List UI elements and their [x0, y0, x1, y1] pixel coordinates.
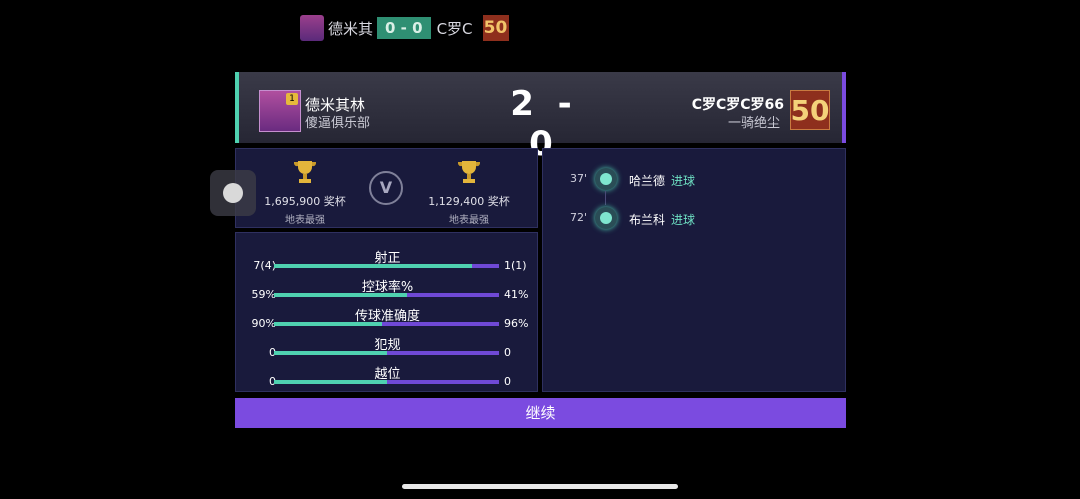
away-rating-badge: 50: [790, 90, 830, 130]
stat-home-value: 59%: [251, 288, 276, 301]
stat-bar: [274, 380, 499, 384]
top-away-name: C罗C: [436, 19, 473, 38]
stat-row-shots: 射正 7(4) 1(1): [236, 245, 539, 274]
event-connector: [605, 191, 606, 205]
event-minute: 72': [570, 211, 588, 224]
away-team-name: C罗C罗C罗66: [691, 97, 784, 113]
away-club-name: 一骑绝尘: [727, 116, 780, 131]
stat-bar-fill: [274, 380, 387, 384]
assistive-touch-dot-icon: [223, 183, 243, 203]
stat-bar: [274, 293, 499, 297]
stat-home-value: 7(4): [253, 259, 276, 272]
stat-away-value: 1(1): [504, 259, 527, 272]
trophy-icon: [293, 161, 317, 183]
match-result-header: 1 德米其林 傻逼俱乐部 2 - 0 C罗C罗C罗66 一骑绝尘 50: [235, 72, 846, 164]
event-minute: 37': [570, 172, 588, 185]
top-home-name: 德米其: [328, 19, 374, 38]
continue-button[interactable]: 继续: [235, 398, 846, 428]
home-trophy-count: 1,695,900 奖杯: [264, 195, 346, 208]
badge-level-icon: 1: [286, 93, 298, 105]
top-score: 0 - 0: [377, 17, 431, 39]
stat-bar-fill: [274, 264, 472, 268]
away-trophy-title: 地表最强: [449, 215, 489, 226]
stat-bar-fill: [274, 293, 407, 297]
home-team-badge-icon: 1: [259, 90, 301, 132]
versus-icon: V: [369, 171, 403, 205]
match-stats-panel: 射正 7(4) 1(1) 控球率% 59% 41% 传球准确度 90% 96% …: [235, 232, 538, 392]
away-trophy-count: 1,129,400 奖杯: [428, 195, 510, 208]
stat-home-value: 0: [269, 346, 276, 359]
assistive-touch-button[interactable]: [210, 170, 256, 216]
match-events-panel: 37' 哈兰德 进球 72' 布兰科 进球: [542, 148, 846, 392]
stat-away-value: 41%: [504, 288, 529, 301]
event-player-name: 布兰科: [629, 213, 666, 227]
goal-ball-icon: [595, 207, 617, 229]
event-row: 37' 哈兰德 进球: [543, 166, 847, 192]
stat-home-value: 0: [269, 375, 276, 388]
stat-row-fouls: 犯规 0 0: [236, 332, 539, 361]
home-indicator[interactable]: [402, 484, 678, 489]
trophy-icon: [457, 161, 481, 183]
stat-away-value: 0: [504, 375, 511, 388]
event-player: 布兰科 进球: [629, 211, 695, 228]
stat-home-value: 90%: [251, 317, 276, 330]
stat-bar: [274, 351, 499, 355]
away-trophies: 1,129,400 奖杯 地表最强: [414, 159, 524, 226]
event-player: 哈兰德 进球: [629, 172, 695, 189]
top-scoreboard: 德米其 0 - 0 C罗C 50: [300, 14, 509, 42]
home-club-badge-icon: [300, 15, 324, 41]
event-type: 进球: [671, 213, 696, 227]
stat-bar-fill: [274, 351, 387, 355]
event-type: 进球: [671, 174, 696, 188]
event-row: 72' 布兰科 进球: [543, 205, 847, 231]
stat-bar: [274, 322, 499, 326]
stat-bar-fill: [274, 322, 382, 326]
home-trophy-title: 地表最强: [285, 215, 325, 226]
trophy-panel: 1,695,900 奖杯 地表最强 V 1,129,400 奖杯 地表最强: [235, 148, 538, 228]
home-trophies: 1,695,900 奖杯 地表最强: [250, 159, 360, 226]
stat-away-value: 0: [504, 346, 511, 359]
goal-ball-icon: [595, 168, 617, 190]
top-away-rating: 50: [482, 15, 509, 41]
stat-row-offsides: 越位 0 0: [236, 361, 539, 390]
stat-bar: [274, 264, 499, 268]
stat-away-value: 96%: [504, 317, 529, 330]
event-player-name: 哈兰德: [629, 174, 666, 188]
stat-row-pass-accuracy: 传球准确度 90% 96%: [236, 303, 539, 332]
home-club-name: 傻逼俱乐部: [305, 116, 371, 131]
stat-row-possession: 控球率% 59% 41%: [236, 274, 539, 303]
